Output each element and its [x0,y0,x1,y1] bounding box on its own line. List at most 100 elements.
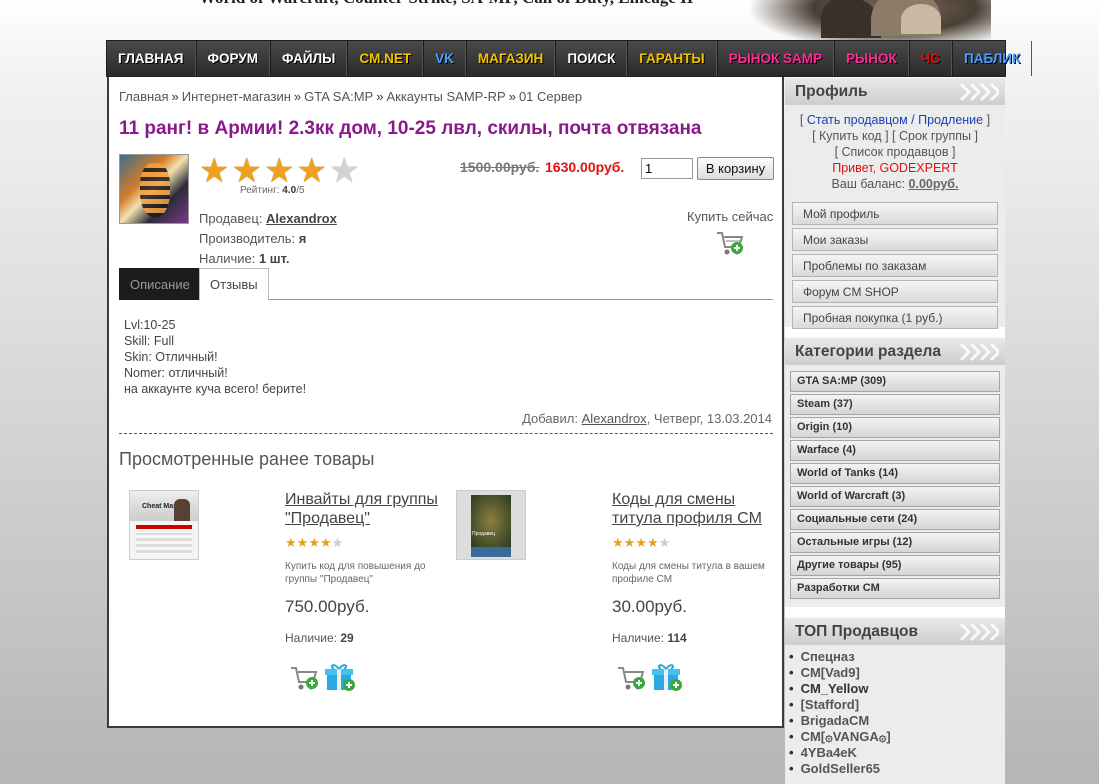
profile-button[interactable]: Проблемы по заказам [792,254,998,277]
star-icon: ★ [331,535,344,550]
category-item[interactable]: Warface (4) [790,440,1000,461]
balance: Ваш баланс: 0.00руб. [831,177,959,191]
top-seller-item: BrigadaCM [789,713,1005,729]
nav-item-10[interactable]: РЫНОК [834,41,909,76]
author-link[interactable]: Alexandrox [582,411,647,426]
top-seller-link[interactable]: CM[۞VANGA۞] [801,729,891,744]
breadcrumb-link[interactable]: Интернет-магазин [182,89,291,104]
tab-reviews[interactable]: Отзывы [199,268,269,300]
nav-item-9[interactable]: РЫНОК SAMP [716,41,835,76]
profile-links: [ Стать продавцом / Продление ] [ Купить… [785,105,1005,192]
viewed-product-stock: Наличие: 29 [285,631,354,645]
category-item[interactable]: Steam (37) [790,394,1000,415]
star-icon: ★ [635,535,647,550]
breadcrumb-link[interactable]: Главная [119,89,168,104]
breadcrumb-separator: » [171,89,179,104]
profile-button[interactable]: Пробная покупка (1 руб.) [792,306,998,329]
breadcrumb-link[interactable]: GTA SA:MP [304,89,373,104]
star-icon: ★ [285,535,297,550]
add-to-cart-button[interactable]: В корзину [697,157,774,180]
breadcrumb: Главная» Интернет-магазин» GTA SA:MP» Аккау… [119,89,582,104]
chevrons-icon [959,342,1002,367]
gift-icon[interactable] [651,662,683,695]
quantity-input[interactable] [641,158,693,179]
viewed-product-thumb[interactable]: Cheat Master [129,490,199,560]
nav-item-1[interactable]: ГЛАВНАЯ [107,41,196,76]
viewed-product-title[interactable]: Инвайты для группы "Продавец" [285,490,445,528]
viewed-product-stock: Наличие: 114 [612,631,687,645]
nav-item-2[interactable]: ФОРУМ [195,41,270,76]
viewed-product-actions [616,662,683,695]
top-seller-link[interactable]: CM_Yellow [801,681,869,696]
viewed-product-2: Продавец Коды для смены титула профиля C… [446,490,766,691]
star-icon: ★ [623,535,636,550]
group-term-link[interactable]: Срок группы [899,129,971,143]
nav-item-8[interactable]: ГАРАНТЫ [627,41,717,76]
profile-button[interactable]: Мои заказы [792,228,998,251]
top-seller-link[interactable]: [Stafford] [801,697,860,712]
breadcrumb-link[interactable]: 01 Сервер [519,89,582,104]
header-banner: World of Warcraft, Counter-Strike, SA-MP… [107,0,1005,40]
profile-buttons: Мой профиль Мои заказы Проблемы по заказам… [785,192,1005,329]
category-item[interactable]: Origin (10) [790,417,1000,438]
category-item[interactable]: World of Tanks (14) [790,463,1000,484]
nav-item-12[interactable]: Паблик [952,41,1033,76]
new-price: 1630.00руб. [545,159,625,175]
sellers-list-link[interactable]: Список продавцов [842,145,949,159]
viewed-product-title[interactable]: Коды для смены титула профиля CM [612,490,772,528]
top-seller-link[interactable]: 4YBa4eK [801,745,857,760]
star-icon[interactable]: ★ [329,154,359,188]
maker-line: Производитель: я [199,231,307,246]
description-line: Skin: Отличный! [124,350,218,364]
star-icon[interactable]: ★ [231,154,261,188]
seller-link[interactable]: Alexandrox [266,211,337,226]
top-seller-link[interactable]: BrigadaCM [801,713,870,728]
category-item[interactable]: Социальные сети (24) [790,509,1000,530]
banner-character-image [751,0,991,40]
profile-button[interactable]: Мой профиль [792,202,998,225]
become-seller-link[interactable]: Стать продавцом / Продление [807,113,983,127]
nav-item-7[interactable]: ПОИСК [555,41,628,76]
breadcrumb-link[interactable]: Аккаунты SAMP-RP [386,89,505,104]
rating-text: Рейтинг: 4.0/5 [240,185,305,196]
gift-icon[interactable] [324,662,356,695]
cart-add-icon[interactable] [616,662,648,695]
buy-now-label[interactable]: Купить сейчас [687,209,773,224]
viewed-product-thumb[interactable]: Продавец [456,490,526,560]
category-item[interactable]: GTA SA:MP (309) [790,371,1000,392]
tab-description[interactable]: Описание [119,268,201,300]
category-item[interactable]: Разработки CM [790,578,1000,599]
buy-code-link[interactable]: Купить код [819,129,882,143]
profile-button[interactable]: Форум CM SHOP [792,280,998,303]
nav-item-11[interactable]: ЧС [908,41,952,76]
product-rating[interactable]: ★ ★ ★ ★ ★ [199,154,359,188]
top-seller-link[interactable]: CM[Vad9] [801,665,860,680]
star-icon: ★ [612,535,624,550]
banner-text: World of Warcraft, Counter-Strike, SA-MP… [199,0,693,8]
balance-link[interactable]: 0.00руб. [909,177,959,191]
product-image[interactable] [119,154,189,224]
divider [119,433,773,434]
nav-item-5[interactable]: VK [423,41,466,76]
star-icon[interactable]: ★ [264,154,294,188]
viewed-product-price: 750.00руб. [285,597,370,616]
cart-add-icon[interactable] [289,662,321,695]
viewed-product-rating: ★ ★ ★ ★ ★ [285,536,343,549]
nav-item-6[interactable]: МАГАЗИН [465,41,556,76]
viewed-product-desc: Коды для смены титула в вашем профиле CM [612,561,765,585]
category-item[interactable]: World of Warcraft (3) [790,486,1000,507]
category-item[interactable]: Остальные игры (12) [790,532,1000,553]
sidebar: Профиль [ Стать продавцом / Продление ] … [785,77,1005,784]
top-seller-link[interactable]: Спецназ [801,649,855,664]
nav-item-3[interactable]: ФАЙЛЫ [270,41,348,76]
star-icon[interactable]: ★ [296,154,326,188]
category-item[interactable]: Другие товары (95) [790,555,1000,576]
top-seller-link[interactable]: GoldSeller65 [801,761,880,776]
star-icon[interactable]: ★ [199,154,229,188]
categories-heading: Категории раздела [785,337,1005,365]
cart-add-icon[interactable] [715,227,745,260]
nav-item-4[interactable]: CM.NET [347,41,424,76]
viewed-heading: Просмотренные ранее товары [119,449,375,469]
stock-line: Наличие: 1 шт. [199,251,290,266]
main-content: Главная» Интернет-магазин» GTA SA:MP» Аккау… [107,77,784,728]
